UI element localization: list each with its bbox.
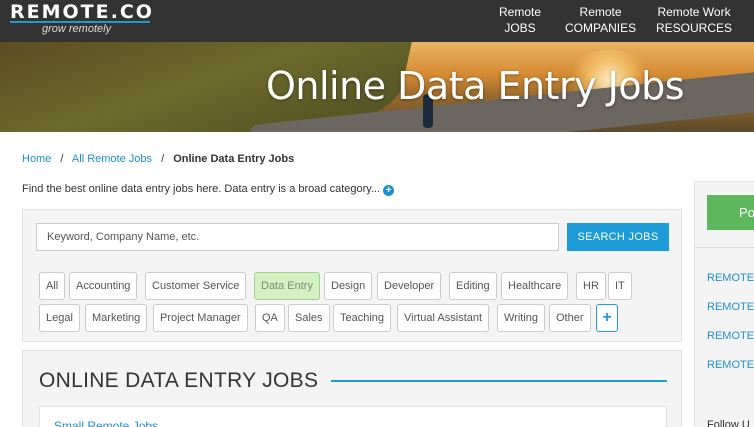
category-chip-other[interactable]: Other: [549, 304, 591, 332]
category-chip-legal[interactable]: Legal: [39, 304, 80, 332]
category-chip-customer-service[interactable]: Customer Service: [145, 272, 247, 300]
breadcrumb-separator: /: [161, 153, 165, 165]
nav-remote-work-resources[interactable]: Remote Work RESOURCES: [656, 4, 732, 36]
category-chip-hr[interactable]: HR: [576, 272, 606, 300]
sidebar-link[interactable]: REMOTE: [707, 272, 754, 284]
hero-title: Online Data Entry Jobs: [266, 64, 685, 108]
post-job-button[interactable]: Po: [707, 195, 754, 230]
search-input[interactable]: [36, 223, 559, 251]
search-panel: SEARCH JOBS All Accounting Customer Serv…: [22, 209, 682, 342]
category-chip-marketing[interactable]: Marketing: [85, 304, 148, 332]
jobs-panel: ONLINE DATA ENTRY JOBS Small Remote Jobs: [22, 350, 682, 427]
category-chip-data-entry[interactable]: Data Entry: [254, 272, 320, 300]
nav-remote-jobs-line2: JOBS: [504, 21, 536, 35]
breadcrumb-current: Online Data Entry Jobs: [173, 153, 295, 165]
nav-remote-jobs-line1: Remote: [499, 5, 542, 19]
breadcrumb-separator: /: [60, 153, 64, 165]
category-chip-healthcare[interactable]: Healthcare: [501, 272, 569, 300]
category-chip-all[interactable]: All: [39, 272, 66, 300]
nav-remote-companies-line2: COMPANIES: [565, 21, 637, 35]
job-card-title[interactable]: Small Remote Jobs: [54, 419, 158, 427]
sidebar-follow-us: Follow U: [707, 419, 750, 427]
category-chip-writing[interactable]: Writing: [497, 304, 546, 332]
plus-circle-icon[interactable]: +: [383, 185, 395, 196]
more-categories-plus-icon[interactable]: +: [596, 304, 618, 332]
breadcrumb: Home / All Remote Jobs / Online Data Ent…: [22, 153, 294, 165]
category-chip-project-manager[interactable]: Project Manager: [153, 304, 248, 332]
category-chip-sales[interactable]: Sales: [288, 304, 330, 332]
category-chip-qa[interactable]: QA: [255, 304, 285, 332]
site-tagline: grow remotely: [42, 23, 112, 35]
category-chip-developer[interactable]: Developer: [377, 272, 442, 300]
job-card[interactable]: Small Remote Jobs: [39, 406, 667, 427]
intro-text: Find the best online data entry jobs her…: [22, 183, 381, 195]
category-chip-design[interactable]: Design: [324, 272, 373, 300]
category-chip-editing[interactable]: Editing: [449, 272, 497, 300]
category-chip-virtual-assistant[interactable]: Virtual Assistant: [397, 304, 490, 332]
nav-resources-line2: RESOURCES: [656, 21, 733, 35]
category-chip-it[interactable]: IT: [608, 272, 632, 300]
nav-remote-jobs[interactable]: Remote JOBS: [499, 4, 541, 36]
category-intro: Find the best online data entry jobs her…: [22, 183, 395, 196]
nav-remote-companies-line1: Remote: [579, 5, 622, 19]
sidebar-link[interactable]: REMOTE: [707, 301, 754, 313]
top-navbar: REMOTE.CO grow remotely Remote JOBS Remo…: [0, 0, 754, 42]
heading-accent-line: [331, 380, 667, 382]
site-logo[interactable]: REMOTE.CO: [10, 1, 154, 23]
breadcrumb-home[interactable]: Home: [22, 153, 51, 165]
category-chip-teaching[interactable]: Teaching: [333, 304, 392, 332]
nav-resources-line1: Remote Work: [657, 5, 731, 19]
sidebar-link[interactable]: REMOTE: [707, 330, 754, 342]
category-chip-accounting[interactable]: Accounting: [69, 272, 138, 300]
hero-banner: Online Data Entry Jobs: [0, 42, 754, 132]
breadcrumb-all-remote-jobs[interactable]: All Remote Jobs: [72, 153, 152, 165]
sidebar-link[interactable]: REMOTE: [707, 359, 754, 371]
search-jobs-button[interactable]: SEARCH JOBS: [567, 223, 669, 251]
jobs-section-heading: ONLINE DATA ENTRY JOBS: [39, 369, 319, 392]
nav-remote-companies[interactable]: Remote COMPANIES: [565, 4, 636, 36]
sidebar-divider: [695, 247, 754, 248]
